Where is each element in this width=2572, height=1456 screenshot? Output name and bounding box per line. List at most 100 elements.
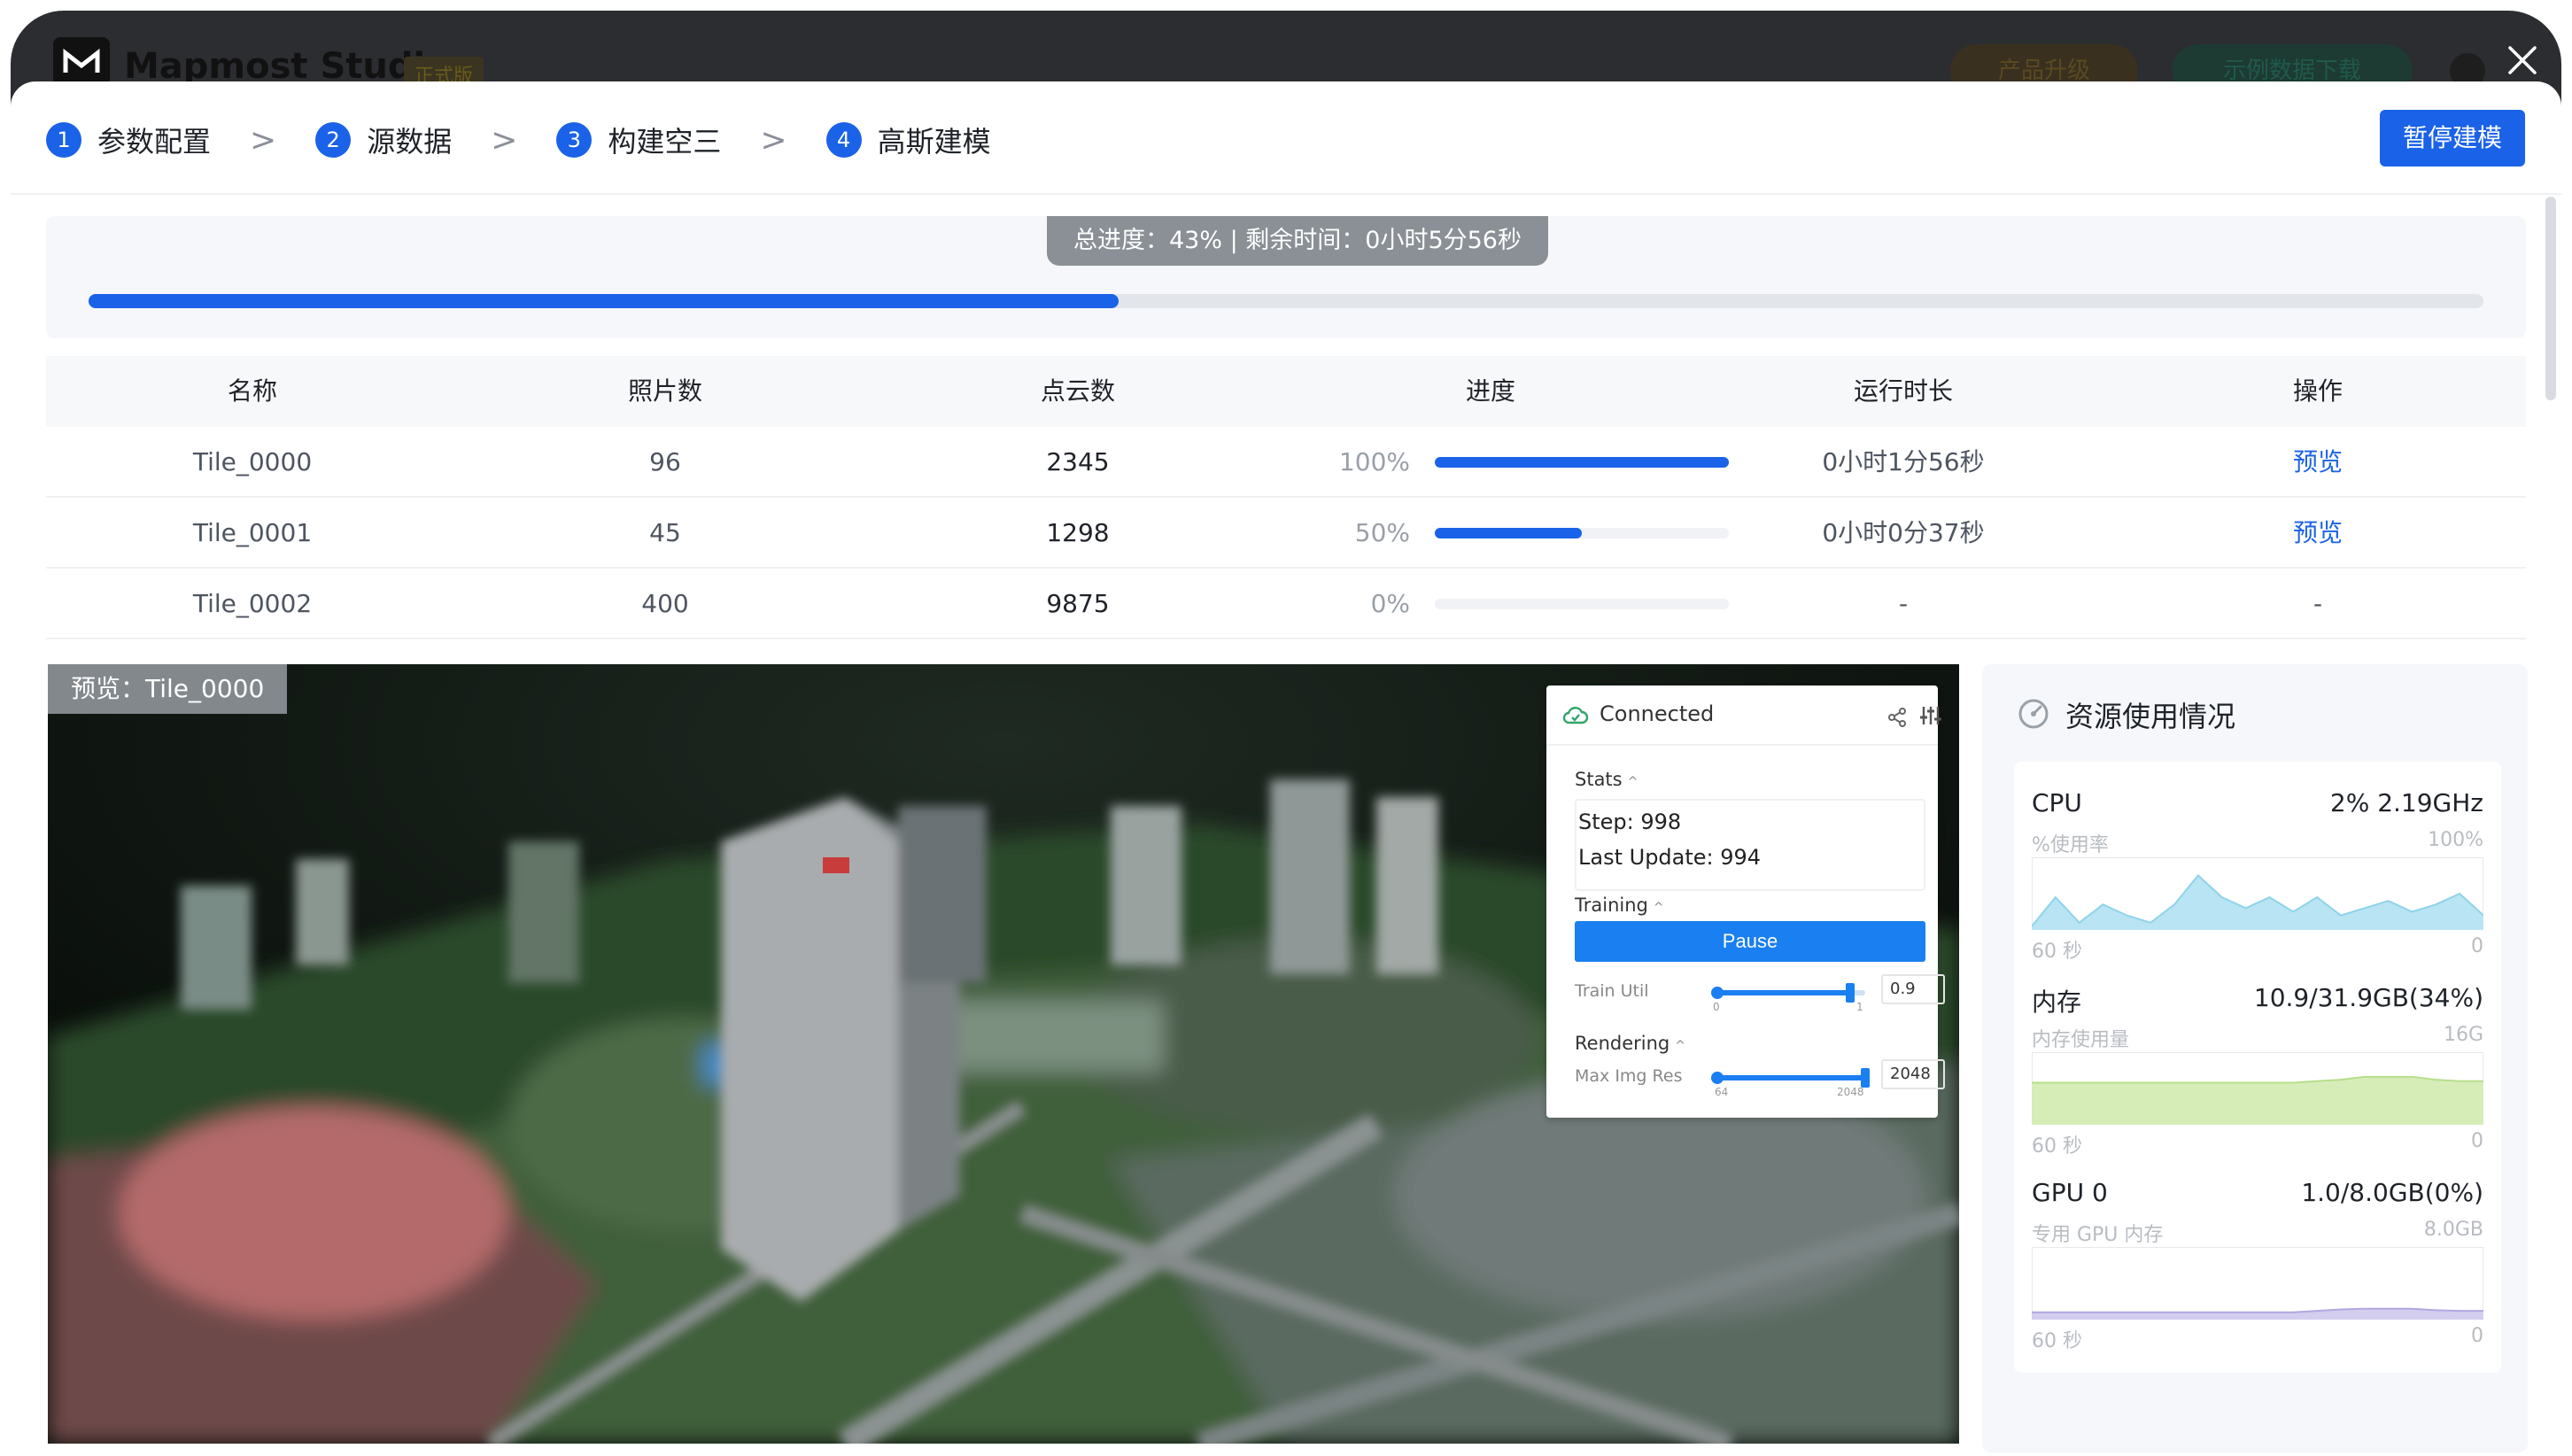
row-progress-bar xyxy=(1435,528,1729,538)
slider-handle[interactable] xyxy=(1846,983,1855,1003)
step-label: 源数据 xyxy=(367,125,453,159)
stats-box: Step: 998 Last Update: 994 xyxy=(1575,799,1925,891)
progress-percent: 100% xyxy=(1338,447,1410,476)
pause-modeling-button[interactable]: 暂停建模 xyxy=(2380,110,2525,167)
metric-sparkline xyxy=(2032,1052,2483,1125)
slider-min: 0 xyxy=(1713,1001,1720,1013)
metric-name: GPU 0 xyxy=(2032,1178,2108,1207)
settings-sliders-icon[interactable] xyxy=(1918,703,1943,732)
max-img-res-slider[interactable]: 64 2048 xyxy=(1711,1068,1870,1098)
overall-progress-bar xyxy=(89,294,2483,308)
preview-link[interactable]: 预览 xyxy=(2110,427,2526,498)
metric-min: 0 xyxy=(2471,1325,2483,1347)
rendering-section-title[interactable]: Rendering ^ xyxy=(1575,1033,1685,1054)
metric-max: 16G xyxy=(2443,1024,2483,1046)
slider-handle[interactable] xyxy=(1861,1068,1870,1088)
row-progress-bar xyxy=(1435,457,1729,468)
max-img-res-label: Max Img Res xyxy=(1575,1066,1683,1086)
stat-last-update: Last Update: 994 xyxy=(1578,845,1762,870)
scrollbar-thumb[interactable] xyxy=(2545,197,2556,400)
column-header-duration: 运行时长 xyxy=(1853,376,1953,406)
app-logo-icon xyxy=(53,37,110,87)
training-section-title[interactable]: Training ^ xyxy=(1575,895,1664,916)
table-row: Tile_0000 96 2345 100% 0小时1分56秒 预览 xyxy=(46,427,2526,498)
table-row: Tile_0002 400 9875 0% - - xyxy=(46,569,2526,639)
action-placeholder: - xyxy=(2312,589,2323,618)
metric-sparkline xyxy=(2032,1247,2483,1320)
column-header-points: 点云数 xyxy=(1040,376,1115,406)
photo-count: 45 xyxy=(649,518,681,547)
gauge-icon xyxy=(2018,698,2049,733)
pause-training-button[interactable]: Pause xyxy=(1575,921,1925,962)
cloud-check-icon xyxy=(1562,705,1589,730)
metric-max: 100% xyxy=(2428,829,2483,851)
overall-progress-fill xyxy=(89,294,1119,308)
step-1[interactable]: 1 参数配置 xyxy=(46,120,211,160)
tile-table: 名称 照片数 点云数 进度 运行时长 操作 Tile_0000 96 2345 … xyxy=(46,356,2526,639)
metric-time-span: 60 秒 xyxy=(2032,1330,2082,1352)
connection-status: Connected xyxy=(1600,701,1715,726)
row-progress-bar xyxy=(1435,599,1729,609)
slider-max: 1 xyxy=(1856,1001,1863,1013)
row-progress-fill xyxy=(1435,528,1582,538)
point-count: 2345 xyxy=(1046,447,1110,476)
viewer-control-panel: Connected Stats ^ Step: 998 Last Update: … xyxy=(1546,685,1945,1118)
overall-progress-label: 总进度：43% | 剩余时间：0小时5分56秒 xyxy=(1047,216,1548,266)
metric-value: 1.0/8.0GB(0%) xyxy=(2301,1178,2483,1207)
step-4[interactable]: 4 高斯建模 xyxy=(825,120,991,160)
share-icon[interactable] xyxy=(1886,707,1908,732)
overall-progress-panel: 总进度：43% | 剩余时间：0小时5分56秒 xyxy=(46,216,2526,338)
resource-card: CPU 2% 2.19GHz %使用率 100% 60 秒 0 内存 10.9/… xyxy=(2014,762,2501,1373)
tile-name: Tile_0001 xyxy=(192,518,313,547)
rendering-title: Rendering xyxy=(1575,1033,1670,1054)
sparkline-area xyxy=(2032,1076,2483,1125)
point-count: 1298 xyxy=(1046,518,1110,547)
metric-time-span: 60 秒 xyxy=(2032,941,2082,963)
slider-start-knob[interactable] xyxy=(1711,1072,1724,1084)
stats-section-title[interactable]: Stats ^ xyxy=(1575,769,1638,790)
column-header-progress: 进度 xyxy=(1465,376,1515,406)
step-number: 4 xyxy=(825,122,862,158)
resource-title: 资源使用情况 xyxy=(2065,700,2236,733)
metric-time-span: 60 秒 xyxy=(2032,1135,2082,1158)
metric-name: CPU xyxy=(2032,788,2082,817)
gaussian-preview-viewport[interactable]: 预览：Tile_0000 Connected Stats ^ Step: 998 … xyxy=(48,664,1959,1444)
table-row: Tile_0001 45 1298 50% 0小时0分37秒 预览 xyxy=(46,498,2526,569)
train-util-input[interactable]: 0.9 xyxy=(1881,974,1945,1004)
run-duration: 0小时0分37秒 xyxy=(1822,518,1985,547)
slider-min: 64 xyxy=(1715,1086,1729,1098)
metric-value: 2% 2.19GHz xyxy=(2329,788,2483,817)
photo-count: 400 xyxy=(641,589,689,618)
chevron-right-icon: > xyxy=(250,121,277,159)
slider-fill xyxy=(1715,1075,1865,1080)
stat-step: Step: 998 xyxy=(1578,809,1682,834)
step-label: 参数配置 xyxy=(97,125,212,159)
point-count: 9875 xyxy=(1046,589,1110,618)
close-icon[interactable] xyxy=(2498,35,2547,85)
train-util-label: Train Util xyxy=(1575,981,1649,1001)
tile-name: Tile_0000 xyxy=(192,447,313,476)
progress-percent: 0% xyxy=(1370,589,1410,618)
train-util-slider[interactable]: 0 1 xyxy=(1711,983,1865,1013)
photo-count: 96 xyxy=(649,447,681,476)
scrollbar[interactable] xyxy=(2545,197,2556,1454)
preview-link[interactable]: 预览 xyxy=(2110,498,2526,569)
chevron-up-icon: ^ xyxy=(1675,1039,1685,1053)
step-3[interactable]: 3 构建空三 xyxy=(556,120,721,160)
step-indicator: 1 参数配置 > 2 源数据 > 3 构建空三 > 4 高斯建模 xyxy=(46,113,991,167)
divider xyxy=(11,193,2561,195)
step-2[interactable]: 2 源数据 xyxy=(315,120,452,160)
max-img-res-input[interactable]: 2048 xyxy=(1881,1059,1945,1089)
run-duration: 0小时1分56秒 xyxy=(1822,447,1985,476)
modeling-modal: 1 参数配置 > 2 源数据 > 3 构建空三 > 4 高斯建模 暂停建模 总进… xyxy=(11,81,2561,1456)
slider-fill xyxy=(1715,990,1850,995)
step-label: 构建空三 xyxy=(608,125,722,159)
metric-subtitle: 专用 GPU 内存 xyxy=(2032,1224,2164,1246)
training-title: Training xyxy=(1575,895,1648,916)
metric-subtitle: 内存使用量 xyxy=(2032,1029,2130,1051)
column-header-photos: 照片数 xyxy=(627,376,702,406)
column-header-name: 名称 xyxy=(227,376,277,406)
metric-value: 10.9/31.9GB(34%) xyxy=(2253,983,2483,1012)
slider-start-knob[interactable] xyxy=(1711,987,1724,999)
metric-min: 0 xyxy=(2471,1130,2483,1152)
